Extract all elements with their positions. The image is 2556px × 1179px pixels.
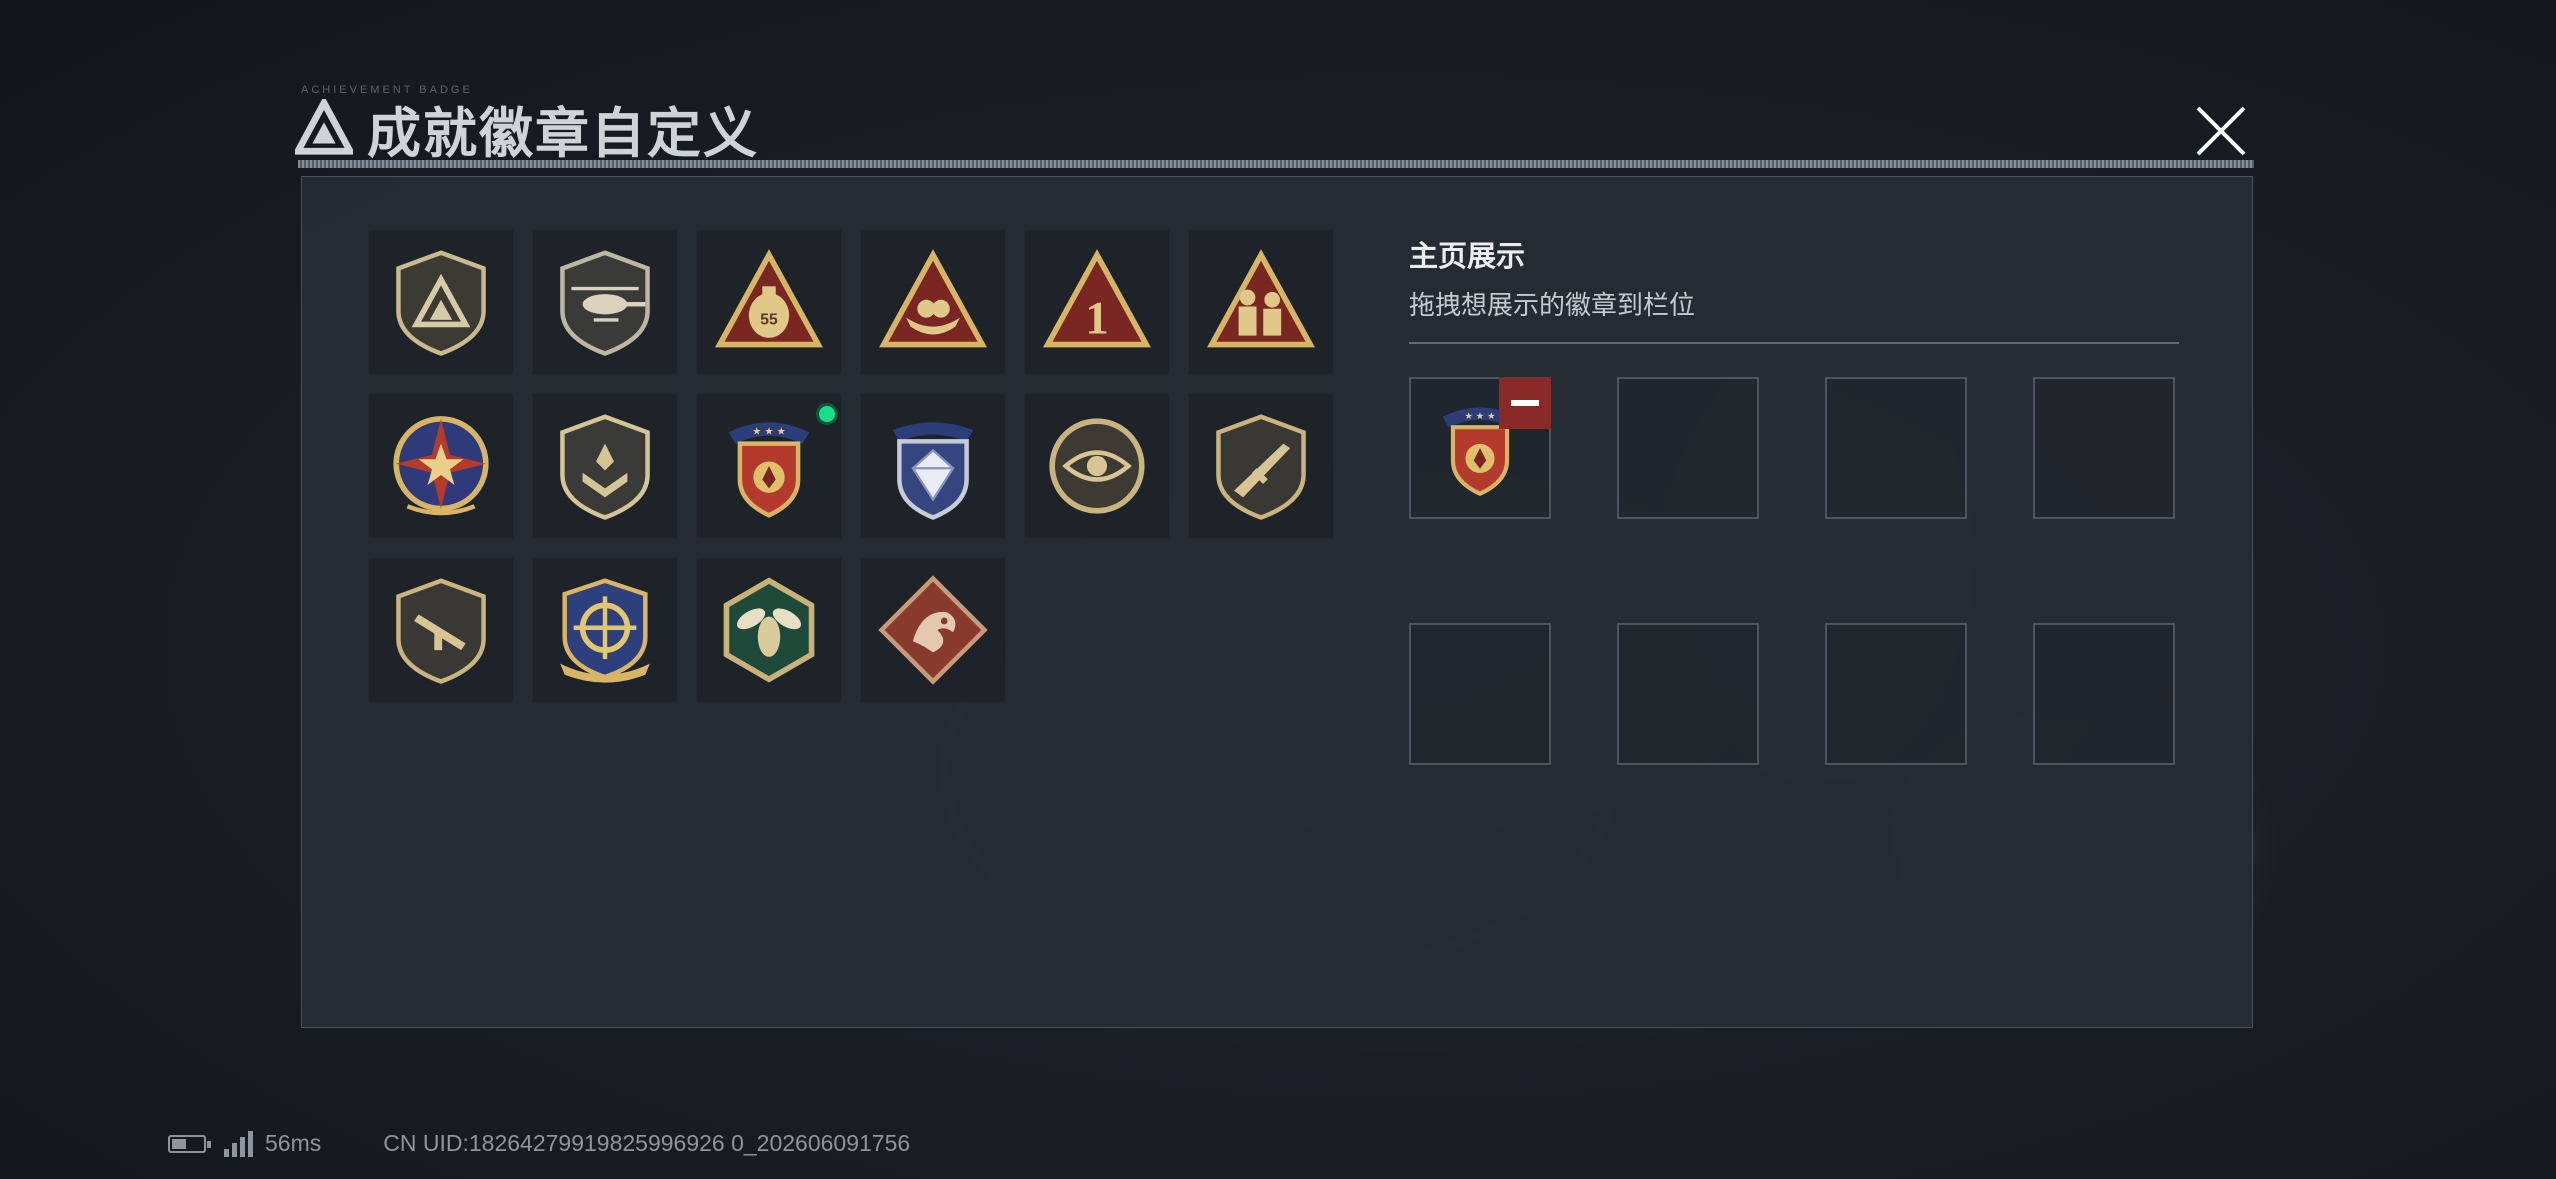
page-title: 成就徽章自定义: [367, 103, 759, 164]
showcase-slot[interactable]: [1825, 377, 1967, 519]
showcase-slot[interactable]: [2033, 623, 2175, 765]
new-indicator-dot: [816, 403, 838, 425]
showcase-title: 主页展示: [1409, 241, 1526, 273]
wasp-hexagon-badge-icon: [723, 577, 815, 683]
svg-text:1: 1: [1085, 292, 1109, 344]
uid-text: CN UID:18264279919825996926 0_2026060917…: [383, 1130, 911, 1156]
homepage-showcase: 主页展示 拖拽想展示的徽章到栏位: [1409, 233, 2179, 344]
smg-shield-badge-icon: [396, 578, 486, 684]
close-icon: [2196, 106, 2246, 156]
star-ribbon-shield-badge-icon: ★ ★ ★: [728, 422, 810, 518]
showcase-slot[interactable]: [1825, 623, 1967, 765]
showcase-slots: ★ ★ ★: [1409, 377, 2175, 765]
svg-text:★ ★ ★: ★ ★ ★: [1464, 411, 1495, 422]
badge-cell[interactable]: [1024, 393, 1170, 539]
showcase-slot[interactable]: [1617, 623, 1759, 765]
badge-cell[interactable]: [368, 229, 514, 375]
soldiers-triangle-badge-icon: [1206, 249, 1316, 348]
showcase-slot[interactable]: [1409, 623, 1551, 765]
badge-grid: 55 1 ★ ★ ★: [368, 229, 1334, 703]
badge-cell[interactable]: [696, 557, 842, 703]
badge-cell[interactable]: 55: [696, 229, 842, 375]
badge-cell[interactable]: [1188, 393, 1334, 539]
showcase-slot[interactable]: [2033, 377, 2175, 519]
badge-cell[interactable]: 1: [1024, 229, 1170, 375]
boat-triangle-badge-icon: [878, 249, 988, 348]
remove-badge-button[interactable]: [1499, 377, 1551, 429]
delta-logo-icon: [295, 99, 353, 155]
badge-cell[interactable]: [860, 229, 1006, 375]
badge-cell[interactable]: [532, 229, 678, 375]
header-divider: [298, 160, 2254, 168]
dragon-diamond-badge-icon: [878, 575, 988, 685]
svg-text:55: 55: [760, 311, 778, 328]
sandbag-55-triangle-badge-icon: 55: [714, 249, 824, 348]
badge-cell[interactable]: [860, 557, 1006, 703]
crosshair-wreath-badge-icon: [560, 578, 650, 683]
badge-cell[interactable]: [532, 393, 678, 539]
header-tiny-text: ACHIEVEMENT BADGE: [301, 84, 473, 96]
dialog-header: ACHIEVEMENT BADGE 成就徽章自定义: [295, 84, 759, 168]
eye-circle-badge-icon: [1049, 418, 1145, 514]
ping-text: 56ms: [265, 1130, 322, 1156]
signal-icon: [224, 1130, 253, 1157]
status-bar: 56ms CN UID:18264279919825996926 0_20260…: [168, 1130, 910, 1157]
battery-icon: [168, 1134, 211, 1153]
diamond-crest-badge-icon: [892, 422, 974, 520]
triangle-shield-badge-icon: [396, 250, 486, 356]
badge-cell[interactable]: ★ ★ ★: [696, 393, 842, 539]
svg-text:★ ★ ★: ★ ★ ★: [752, 427, 786, 438]
showcase-slot[interactable]: [1617, 377, 1759, 519]
showcase-slot[interactable]: ★ ★ ★: [1409, 377, 1551, 519]
badge-panel: 55 1 ★ ★ ★ 主页展示 拖拽想展示的徽章到栏位 ★ ★ ★: [301, 176, 2253, 1028]
close-button[interactable]: [2190, 100, 2252, 162]
minus-icon: [1511, 400, 1539, 406]
badge-cell[interactable]: [368, 393, 514, 539]
chevron-shield-badge-icon: [560, 414, 650, 520]
badge-cell[interactable]: [368, 557, 514, 703]
helicopter-shield-badge-icon: [560, 250, 650, 356]
rifle-shield-badge-icon: [1216, 414, 1306, 520]
badge-cell[interactable]: [860, 393, 1006, 539]
showcase-subtitle: 拖拽想展示的徽章到栏位: [1409, 290, 1696, 320]
badge-cell[interactable]: [1188, 229, 1334, 375]
number-1-triangle-badge-icon: 1: [1042, 249, 1152, 348]
showcase-divider: [1409, 342, 2179, 344]
star-wheel-badge-icon: [393, 416, 489, 516]
badge-cell[interactable]: [532, 557, 678, 703]
